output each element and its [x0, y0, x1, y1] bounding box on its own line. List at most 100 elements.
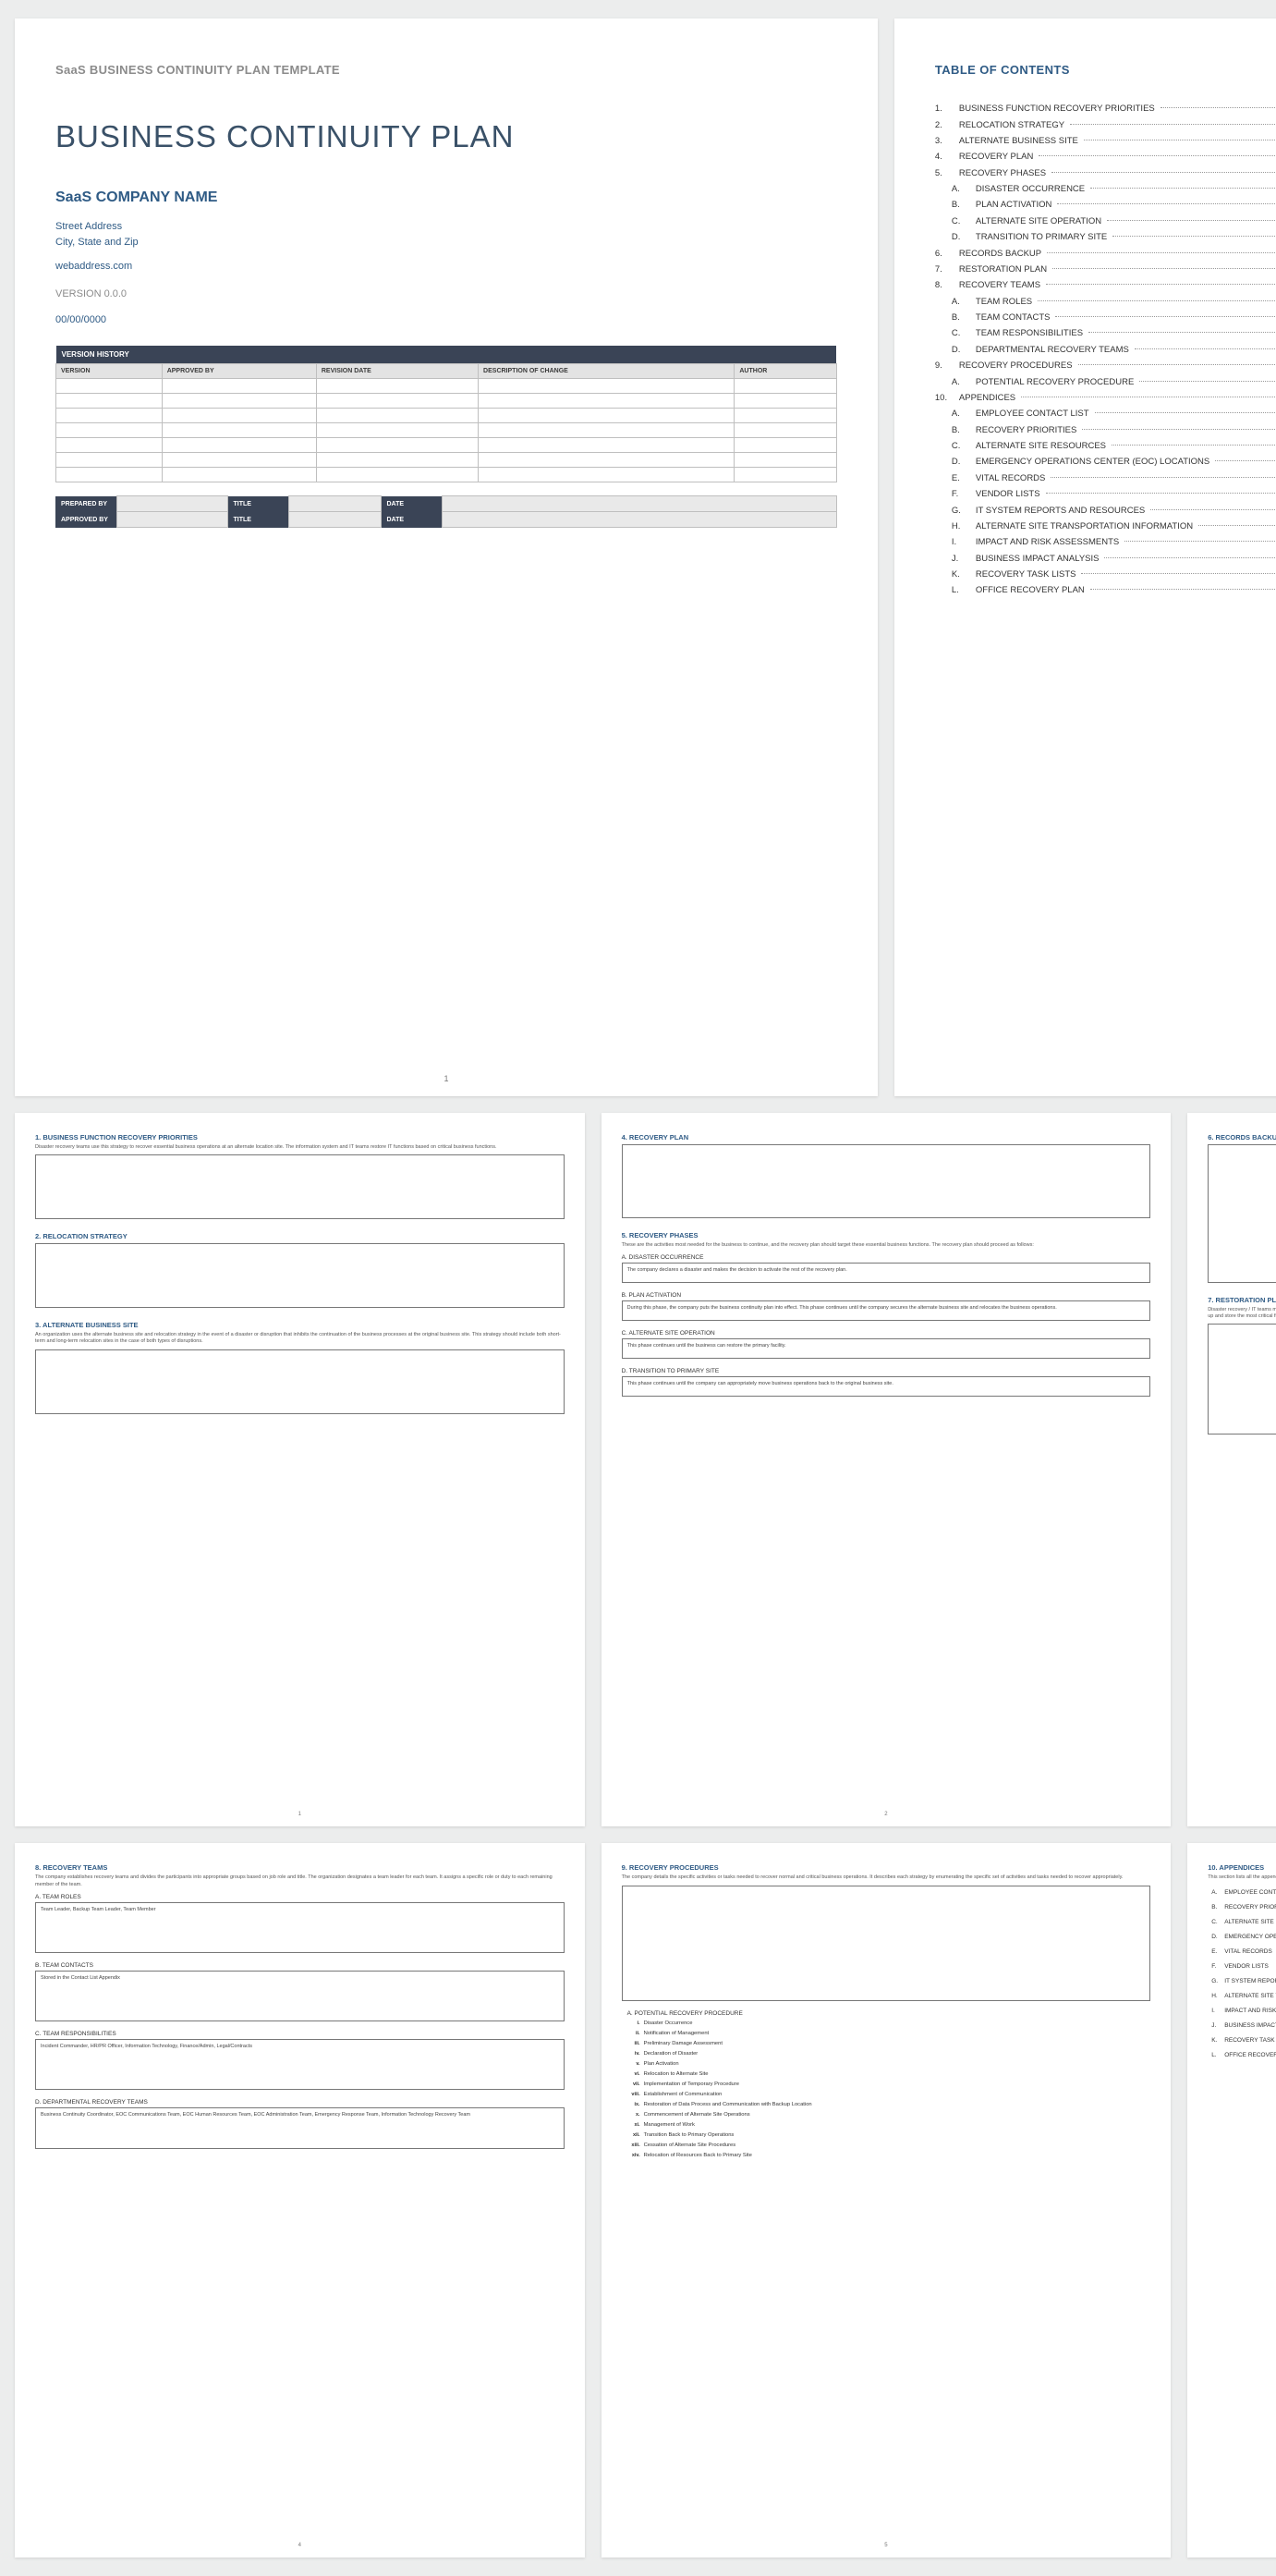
toc-entry: 10.APPENDICES8	[935, 390, 1276, 406]
section-desc: This section lists all the appendices ne…	[1208, 1874, 1276, 1881]
appendix-item: H.ALTERNATE SITE TRANSPORTATION INFORMAT…	[1208, 1989, 1276, 2004]
toc-entry: 4.RECOVERY PLAN4	[935, 149, 1276, 165]
template-kicker: SaaS BUSINESS CONTINUITY PLAN TEMPLATE	[55, 63, 837, 77]
procedure-step: vii.Implementation of Temporary Procedur…	[644, 2080, 1151, 2090]
toc-entry: 9.RECOVERY PROCEDURES7	[935, 358, 1276, 373]
phase-box: The company declares a disaster and make…	[622, 1263, 1151, 1283]
team-box: Incident Commander, HR/PR Officer, Infor…	[35, 2039, 565, 2090]
section-heading: 7. RESTORATION PLAN	[1208, 1296, 1276, 1304]
procedure-step: xii.Transition Back to Primary Operation…	[644, 2130, 1151, 2141]
page-8: 10. APPENDICES This section lists all th…	[1187, 1843, 1276, 2558]
toc-entry: A.EMPLOYEE CONTACT LIST8	[935, 406, 1276, 421]
procedure-step: iii.Preliminary Damage Assessment	[644, 2039, 1151, 2049]
section-heading: 6. RECORDS BACKUP	[1208, 1133, 1276, 1141]
toc-list: 1.BUSINESS FUNCTION RECOVERY PRIORITIES3…	[935, 101, 1276, 599]
toc-entry: I.IMPACT AND RISK ASSESSMENTS8	[935, 534, 1276, 550]
procedure-step: vi.Relocation to Alternate Site	[644, 2069, 1151, 2080]
page-2-toc: TABLE OF CONTENTS 1.BUSINESS FUNCTION RE…	[894, 18, 1276, 1096]
input-box	[1208, 1144, 1276, 1283]
toc-entry: G.IT SYSTEM REPORTS AND RESOURCES8	[935, 502, 1276, 518]
version-history-table: VERSION HISTORY VERSIONAPPROVED BYREVISI…	[55, 346, 837, 482]
version-label: VERSION 0.0.0	[55, 288, 837, 299]
appendix-item: B.RECOVERY PRIORITIES	[1208, 1900, 1276, 1915]
appendix-item: I.IMPACT AND RISK ASSESSMENTS	[1208, 2004, 1276, 2019]
appendix-item: A.EMPLOYEE CONTACT LIST	[1208, 1886, 1276, 1900]
phase-box: During this phase, the company puts the …	[622, 1300, 1151, 1321]
toc-entry: 6.RECORDS BACKUP5	[935, 245, 1276, 261]
phase-box: This phase continues until the company c…	[622, 1376, 1151, 1397]
team-box: Business Continuity Coordinator, EOC Com…	[35, 2107, 565, 2149]
procedure-step: ii.Notification of Management	[644, 2029, 1151, 2039]
input-box	[622, 1144, 1151, 1218]
doc-title: BUSINESS CONTINUITY PLAN	[55, 119, 837, 154]
toc-entry: B.RECOVERY PRIORITIES8	[935, 422, 1276, 438]
toc-entry: C.ALTERNATE SITE RESOURCES8	[935, 438, 1276, 454]
section-heading: 8. RECOVERY TEAMS	[35, 1863, 565, 1872]
toc-entry: H.ALTERNATE SITE TRANSPORTATION INFORMAT…	[935, 519, 1276, 534]
toc-entry: D.EMERGENCY OPERATIONS CENTER (EOC) LOCA…	[935, 454, 1276, 470]
toc-entry: K.RECOVERY TASK LISTS8	[935, 567, 1276, 582]
appendix-item: C.ALTERNATE SITE RESOURCES	[1208, 1915, 1276, 1930]
section-heading: 9. RECOVERY PROCEDURES	[622, 1863, 1151, 1872]
section-heading: 10. APPENDICES	[1208, 1863, 1276, 1872]
toc-entry: 7.RESTORATION PLAN5	[935, 262, 1276, 277]
page-4: 4. RECOVERY PLAN 5. RECOVERY PHASES Thes…	[602, 1113, 1172, 1827]
section-desc: Disaster recovery / IT teams maintain, c…	[1208, 1307, 1276, 1321]
toc-entry: A.POTENTIAL RECOVERY PROCEDURE7	[935, 373, 1276, 389]
section-heading: 4. RECOVERY PLAN	[622, 1133, 1151, 1141]
appendix-list: A.EMPLOYEE CONTACT LISTB.RECOVERY PRIORI…	[1208, 1886, 1276, 2063]
procedure-step: x.Commencement of Alternate Site Operati…	[644, 2110, 1151, 2120]
date-label: 00/00/0000	[55, 314, 837, 325]
procedure-step: iv.Declaration of Disaster	[644, 2049, 1151, 2059]
toc-entry: 8.RECOVERY TEAMS6	[935, 277, 1276, 293]
section-desc: The company details the specific activit…	[622, 1874, 1151, 1881]
toc-entry: A.DISASTER OCCURRENCE4	[935, 181, 1276, 197]
procedure-step: xiv.Relocation of Resources Back to Prim…	[644, 2151, 1151, 2161]
team-box: Team Leader, Backup Team Leader, Team Me…	[35, 1902, 565, 1953]
subheading: C. ALTERNATE SITE OPERATION	[622, 1330, 1151, 1337]
appendix-item: E.VITAL RECORDS	[1208, 1945, 1276, 1959]
appendix-item: F.VENDOR LISTS	[1208, 1959, 1276, 1974]
signature-table: PREPARED BY TITLE DATE APPROVED BY TITLE…	[55, 495, 837, 528]
procedure-step: xi.Management of Work	[644, 2120, 1151, 2130]
procedure-step: ix.Restoration of Data Process and Commu…	[644, 2100, 1151, 2110]
page-5: 6. RECORDS BACKUP 7. RESTORATION PLAN Di…	[1187, 1113, 1276, 1827]
address: Street Address City, State and Zip	[55, 219, 837, 250]
appendix-item: K.RECOVERY TASK LISTS	[1208, 2033, 1276, 2048]
procedure-step: viii.Establishment of Communication	[644, 2090, 1151, 2100]
phase-box: This phase continues until the business …	[622, 1338, 1151, 1359]
toc-entry: E.VITAL RECORDS8	[935, 470, 1276, 486]
toc-entry: J.BUSINESS IMPACT ANALYSIS8	[935, 551, 1276, 567]
procedure-step: i.Disaster Occurrence	[644, 2019, 1151, 2029]
subheading: B. PLAN ACTIVATION	[622, 1292, 1151, 1299]
toc-entry: B.TEAM CONTACTS6	[935, 310, 1276, 325]
toc-entry: D.TRANSITION TO PRIMARY SITE4	[935, 229, 1276, 245]
input-box	[35, 1243, 565, 1308]
input-box	[35, 1349, 565, 1414]
toc-entry: 3.ALTERNATE BUSINESS SITE3	[935, 133, 1276, 149]
section-desc: An organization uses the alternate busin…	[35, 1332, 565, 1346]
appendix-item: G.IT SYSTEM REPORTS AND RESOURCES	[1208, 1974, 1276, 1989]
subheading: A. TEAM ROLES	[35, 1894, 565, 1900]
procedure-step: v.Plan Activation	[644, 2059, 1151, 2069]
section-desc: These are the activities most needed for…	[622, 1242, 1151, 1249]
input-box	[35, 1154, 565, 1219]
input-box	[622, 1886, 1151, 2001]
page-6: 8. RECOVERY TEAMS The company establishe…	[15, 1843, 585, 2558]
subheading: A. POTENTIAL RECOVERY PROCEDURE	[627, 2010, 1151, 2017]
subheading: A. DISASTER OCCURRENCE	[622, 1254, 1151, 1261]
page-1-cover: SaaS BUSINESS CONTINUITY PLAN TEMPLATE B…	[15, 18, 878, 1096]
procedure-step: xiii.Cessation of Alternate Site Procedu…	[644, 2141, 1151, 2151]
input-box	[1208, 1324, 1276, 1435]
toc-entry: C.TEAM RESPONSIBILITIES6	[935, 325, 1276, 341]
toc-entry: B.PLAN ACTIVATION4	[935, 197, 1276, 213]
toc-entry: L.OFFICE RECOVERY PLAN8	[935, 582, 1276, 598]
section-desc: The company establishes recovery teams a…	[35, 1874, 565, 1888]
toc-entry: D.DEPARTMENTAL RECOVERY TEAMS6	[935, 342, 1276, 358]
subheading: C. TEAM RESPONSIBILITIES	[35, 2031, 565, 2037]
subheading: D. DEPARTMENTAL RECOVERY TEAMS	[35, 2099, 565, 2106]
section-heading: 5. RECOVERY PHASES	[622, 1231, 1151, 1239]
subheading: D. TRANSITION TO PRIMARY SITE	[622, 1368, 1151, 1374]
appendix-item: D.EMERGENCY OPERATIONS CENTER (EOC) LOCA…	[1208, 1930, 1276, 1945]
procedure-list: i.Disaster Occurrenceii.Notification of …	[622, 2019, 1151, 2161]
